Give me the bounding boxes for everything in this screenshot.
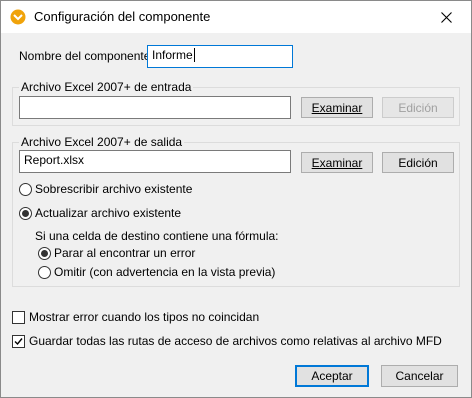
save-relative-checkbox[interactable]: [12, 335, 25, 348]
component-name-value: Informe: [152, 48, 193, 62]
skip-label[interactable]: Omitir (con advertencia en la vista prev…: [54, 265, 275, 279]
skip-radio[interactable]: [38, 266, 51, 279]
output-browse-button[interactable]: Examinar: [301, 152, 373, 173]
stop-on-error-label[interactable]: Parar al encontrar un error: [54, 246, 195, 260]
update-radio[interactable]: [19, 207, 32, 220]
component-name-input[interactable]: Informe: [147, 45, 293, 68]
formula-text: Si una celda de destino contiene una fór…: [35, 229, 279, 243]
show-error-label[interactable]: Mostrar error cuando los tipos no coinci…: [29, 310, 259, 324]
output-file-legend: Archivo Excel 2007+ de salida: [19, 135, 185, 149]
app-icon: [10, 9, 26, 25]
title-bar: Configuración del componente: [1, 1, 471, 33]
output-edit-label: Edición: [398, 155, 438, 170]
input-edit-label: Edición: [398, 100, 438, 115]
show-error-checkbox[interactable]: [12, 311, 25, 324]
stop-on-error-radio[interactable]: [38, 247, 51, 260]
output-browse-label: Examinar: [311, 155, 363, 170]
input-browse-label: Examinar: [311, 100, 363, 115]
output-edit-button[interactable]: Edición: [382, 152, 454, 173]
output-file-field[interactable]: Report.xlsx: [19, 150, 291, 173]
overwrite-label[interactable]: Sobrescribir archivo existente: [35, 182, 192, 196]
input-file-legend: Archivo Excel 2007+ de entrada: [19, 80, 194, 94]
close-icon: [440, 11, 452, 23]
cancel-label: Cancelar: [395, 369, 444, 383]
ok-button[interactable]: Aceptar: [295, 365, 369, 387]
component-name-label: Nombre del componente:: [19, 49, 154, 63]
checkmark-icon: [14, 338, 23, 346]
input-edit-button[interactable]: Edición: [382, 97, 454, 118]
save-relative-label[interactable]: Guardar todas las rutas de acceso de arc…: [29, 334, 442, 348]
ok-label: Aceptar: [311, 369, 353, 383]
input-browse-button[interactable]: Examinar: [301, 97, 373, 118]
output-file-value: Report.xlsx: [24, 153, 85, 167]
close-button[interactable]: [429, 3, 463, 31]
input-file-field[interactable]: [19, 96, 291, 119]
dialog-window: Configuración del componente Nombre del …: [0, 0, 472, 398]
overwrite-radio[interactable]: [19, 183, 32, 196]
cancel-button[interactable]: Cancelar: [381, 365, 458, 387]
window-title: Configuración del componente: [34, 9, 211, 24]
update-label[interactable]: Actualizar archivo existente: [35, 206, 181, 220]
